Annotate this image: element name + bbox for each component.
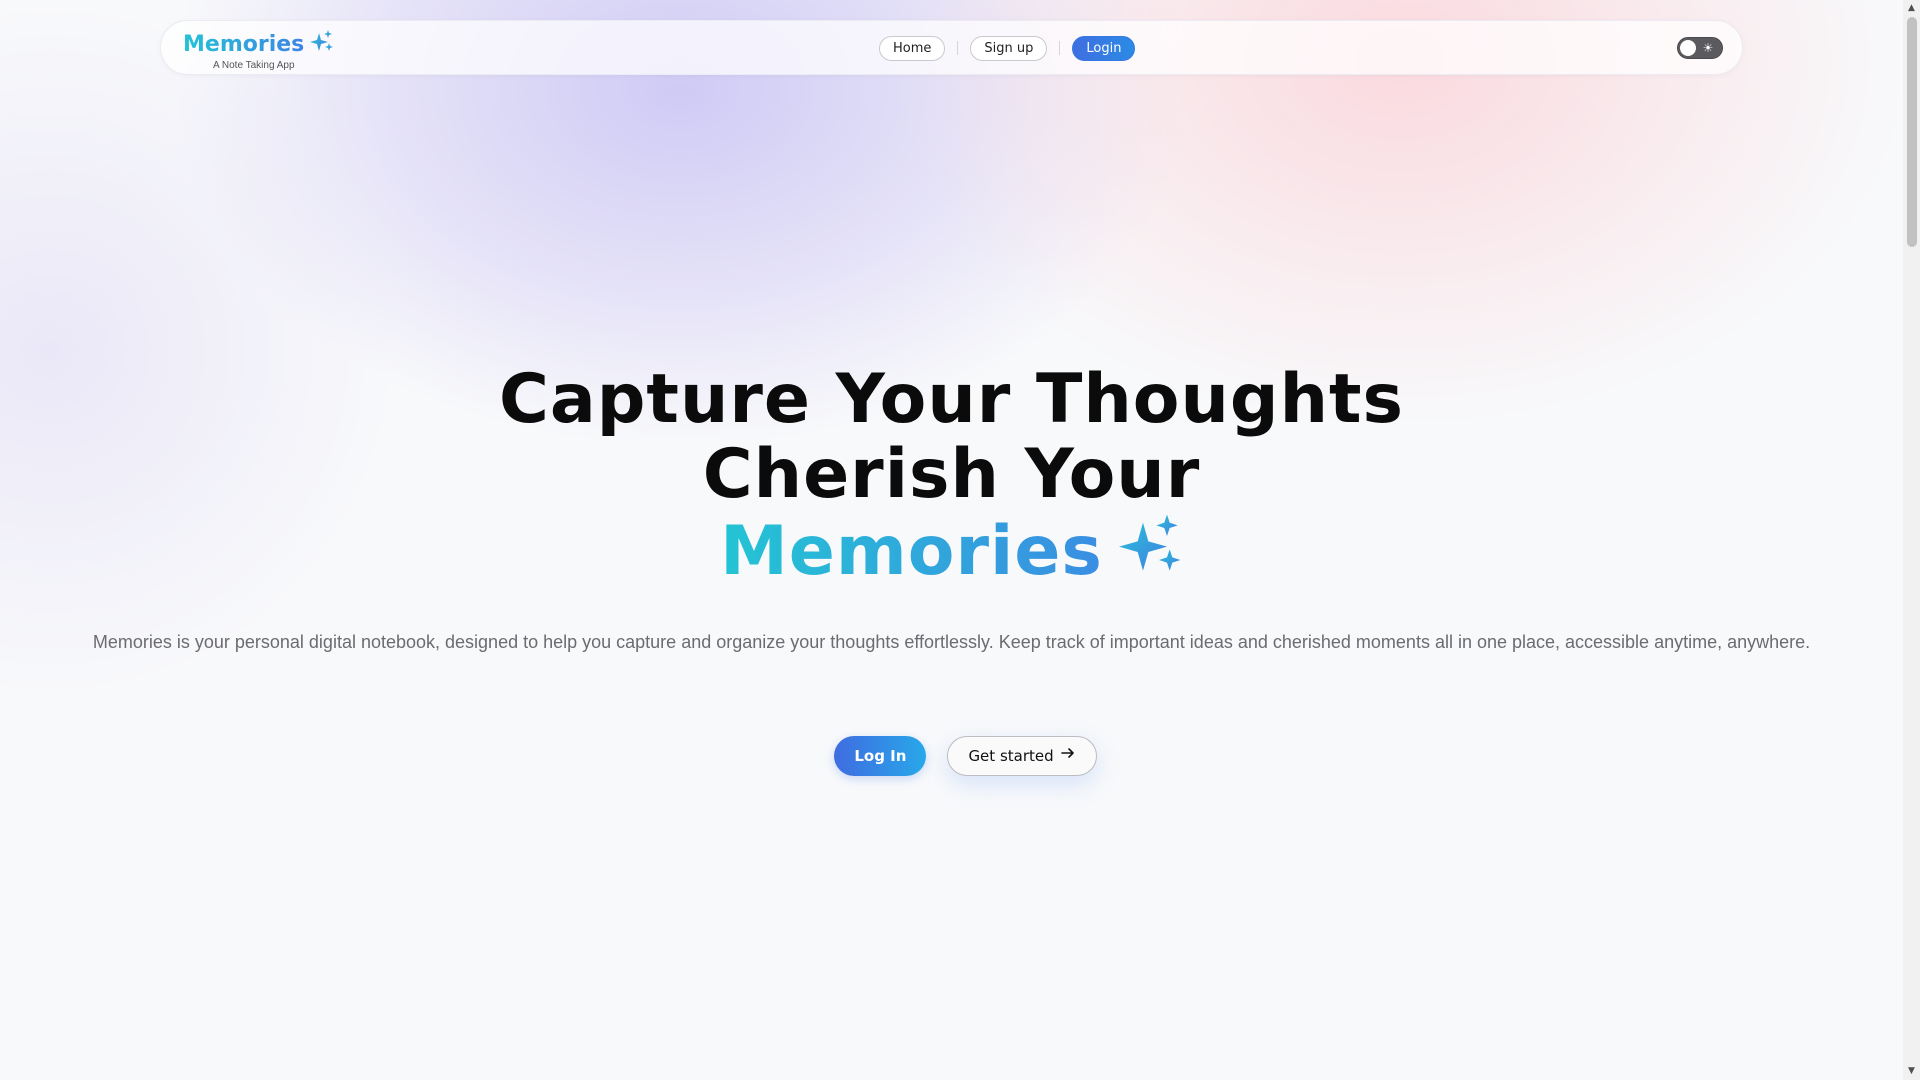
nav-divider (1059, 41, 1061, 55)
brand-name: Memories (183, 31, 305, 57)
home-link[interactable]: Home (879, 35, 946, 61)
signup-link[interactable]: Sign up (970, 35, 1048, 61)
hero-line-3: Memories (720, 512, 1103, 591)
cta-group: Log In Get started (14, 736, 1917, 776)
get-started-label: Get started (968, 747, 1054, 765)
login-button[interactable]: Log In (834, 736, 927, 776)
scroll-down-icon[interactable]: ▼ (1903, 1063, 1920, 1080)
toggle-knob (1680, 40, 1696, 56)
nav-divider (957, 41, 959, 55)
login-link[interactable]: Login (1072, 35, 1136, 61)
get-started-button[interactable]: Get started (947, 736, 1097, 776)
hero-line-2: Cherish Your (702, 435, 1201, 514)
sparkles-icon (1118, 512, 1183, 591)
brand-tagline: A Note Taking App (213, 60, 295, 71)
hero-line-1: Capture Your Thoughts (498, 360, 1405, 439)
nav-links: Home Sign up Login (879, 35, 1136, 61)
arrow-right-icon (1060, 737, 1076, 775)
theme-toggle[interactable]: ☀ (1677, 37, 1723, 59)
navbar: Memories A Note Taking App Home Sign up (160, 20, 1743, 75)
scroll-up-icon[interactable]: ▲ (1903, 0, 1920, 17)
sun-icon: ☀ (1702, 41, 1714, 55)
sparkles-icon (310, 29, 334, 60)
page-scrollbar[interactable]: ▲ ▼ (1903, 0, 1920, 1080)
hero-description: Memories is your personal digital notebo… (92, 632, 1811, 652)
hero-title: Capture Your Thoughts Cherish Your Memor… (0, 362, 1903, 591)
brand-logo[interactable]: Memories A Note Taking App (183, 29, 334, 72)
scroll-thumb[interactable] (1907, 17, 1917, 247)
